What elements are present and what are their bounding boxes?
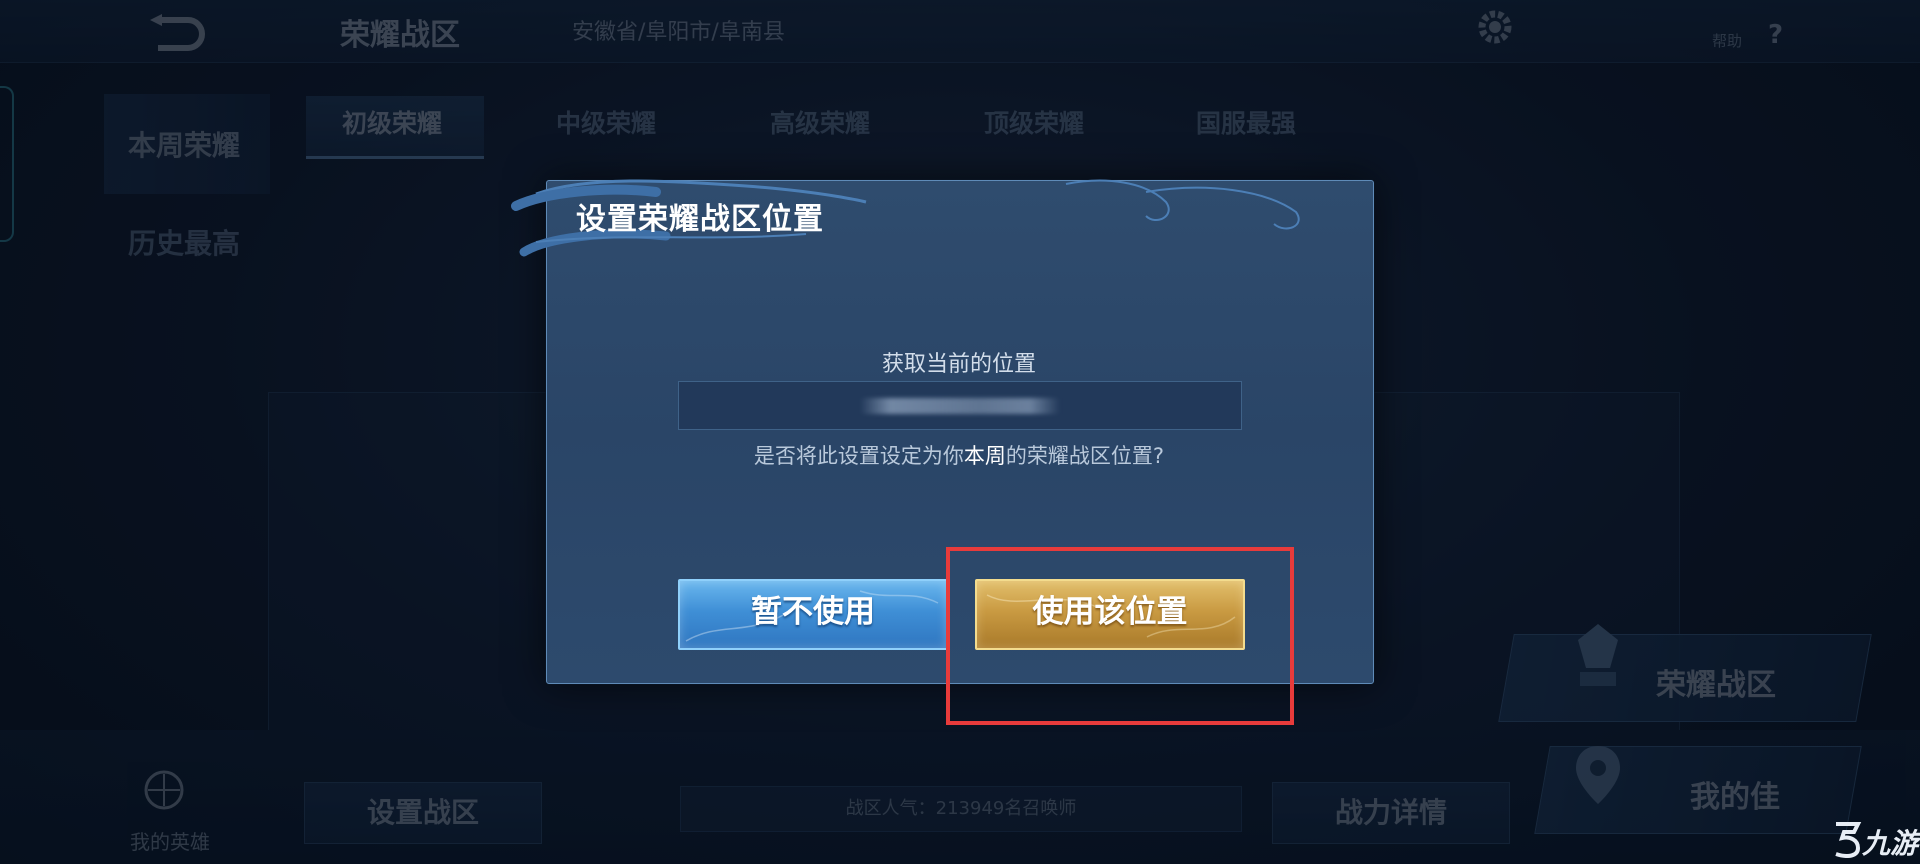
question-prefix: 是否将此设置设定为你 [753, 444, 964, 468]
dialog-title: 设置荣耀战区位置 [576, 202, 824, 237]
question-suffix: 的荣耀战区位置? [1005, 444, 1165, 468]
fetch-location-label: 获取当前的位置 [881, 352, 1036, 377]
annotation-highlight-box [946, 547, 1294, 725]
cancel-button[interactable]: 暂不使用 [678, 579, 948, 650]
cancel-button-label[interactable]: 暂不使用 [751, 594, 875, 630]
watermark-text: 九游 [1862, 827, 1919, 860]
question-highlight: 本周 [963, 444, 1006, 468]
watermark-logo-icon [1835, 822, 1862, 858]
blurred-location-value [860, 398, 1060, 414]
confirm-question: 是否将此设置设定为你本周的荣耀战区位置? [546, 440, 1372, 470]
